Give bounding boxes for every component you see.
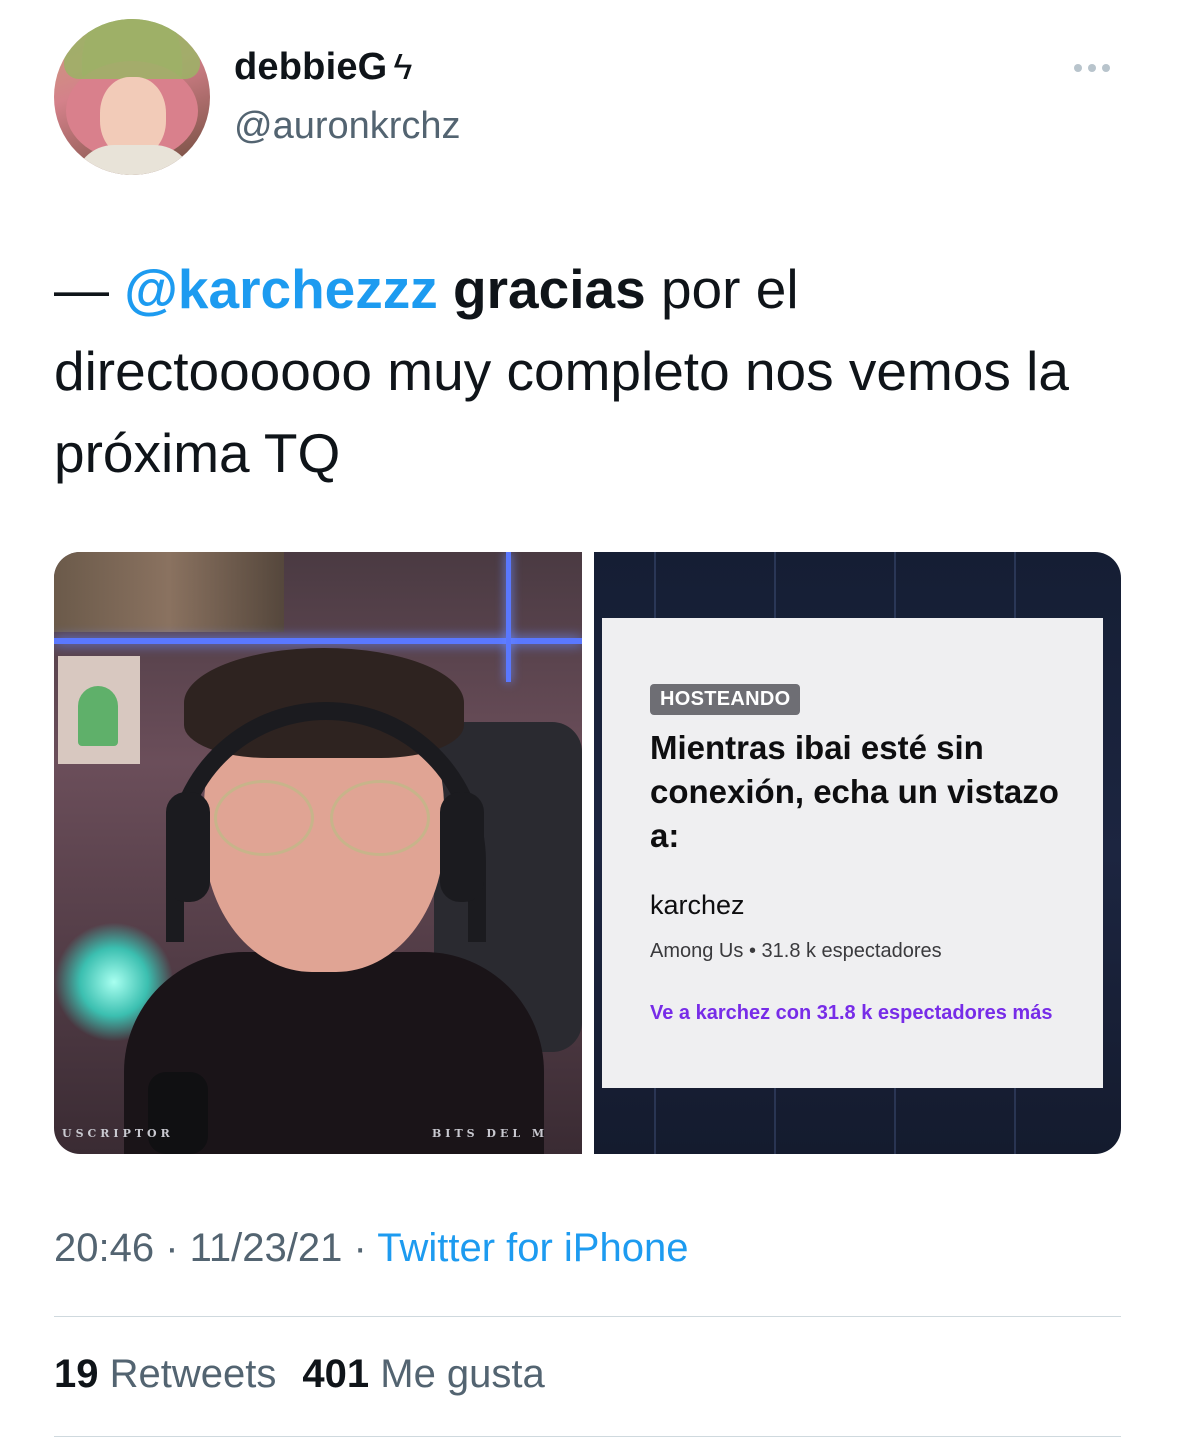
tweet-date: 11/23/21 — [189, 1226, 343, 1270]
likes-count: 401 — [302, 1352, 370, 1396]
host-card-title: Mientras ibai esté sin conexión, echa un… — [650, 729, 1059, 854]
author-avatar[interactable] — [54, 19, 210, 175]
host-card: HOSTEANDO Mientras ibai esté sin conexió… — [602, 618, 1103, 1088]
bookshelf — [54, 552, 284, 632]
game-name: Among Us — [650, 940, 744, 962]
retweets-stat[interactable]: 19 Retweets — [54, 1352, 276, 1396]
mention-link[interactable]: @karchezzz — [124, 258, 437, 320]
timestamp-separator: · — [342, 1226, 378, 1270]
tweet-detail: debbieG ϟ @auronkrchz — @karchezzz gracia… — [0, 0, 1178, 1439]
tweet-bold-word: gracias — [453, 258, 646, 320]
display-name-text: debbieG — [234, 46, 388, 88]
retweets-label: Retweets — [109, 1352, 277, 1396]
more-dot — [1088, 64, 1096, 72]
media-grid: USCRIPTOR BITS DEL M HOSTEANDO Mientras … — [54, 552, 1121, 1154]
headset-cup-right — [440, 792, 484, 902]
tweet-timestamp: 20:46 · 11/23/21 · Twitter for iPhone — [54, 1226, 688, 1271]
author-handle[interactable]: @auronkrchz — [234, 105, 461, 148]
microphone — [148, 1072, 208, 1154]
divider — [54, 1316, 1121, 1317]
stream-overlay-left: USCRIPTOR — [62, 1127, 174, 1140]
wall-poster — [58, 656, 140, 764]
channel-name: karchez — [650, 890, 745, 920]
avatar-hat — [64, 19, 200, 79]
tweet-stats: 19 Retweets 401 Me gusta — [54, 1352, 545, 1397]
divider — [54, 1436, 1121, 1437]
media-image-stream[interactable]: USCRIPTOR BITS DEL M — [54, 552, 582, 1154]
likes-stat[interactable]: 401 Me gusta — [302, 1352, 544, 1396]
led-strip — [54, 638, 582, 644]
host-cta-link: Ve a karchez con 31.8 k espectadores más — [650, 1002, 1053, 1024]
tweet-text: — @karchezzz gracias por el directoooooo… — [54, 248, 1124, 494]
viewer-count: 31.8 k espectadores — [761, 940, 942, 962]
bolt-icon: ϟ — [393, 46, 413, 87]
hosting-badge: HOSTEANDO — [650, 684, 801, 715]
tweet-lead: — — [54, 258, 125, 320]
more-dot — [1102, 64, 1110, 72]
likes-label: Me gusta — [380, 1352, 545, 1396]
led-strip-vertical — [506, 552, 511, 682]
author-display-name[interactable]: debbieG ϟ — [234, 46, 413, 89]
more-options-icon[interactable] — [1074, 58, 1118, 78]
retweets-count: 19 — [54, 1352, 99, 1396]
meta-separator: • — [748, 940, 756, 962]
channel-meta: Among Us • 31.8 k espectadores — [650, 940, 942, 963]
timestamp-separator: · — [154, 1226, 190, 1270]
more-dot — [1074, 64, 1082, 72]
media-image-twitch[interactable]: HOSTEANDO Mientras ibai esté sin conexió… — [594, 552, 1121, 1154]
tweet-time: 20:46 — [54, 1226, 155, 1270]
tweet-source-link[interactable]: Twitter for iPhone — [377, 1226, 688, 1270]
glasses — [204, 780, 444, 860]
stream-overlay-right: BITS DEL M — [432, 1127, 549, 1140]
